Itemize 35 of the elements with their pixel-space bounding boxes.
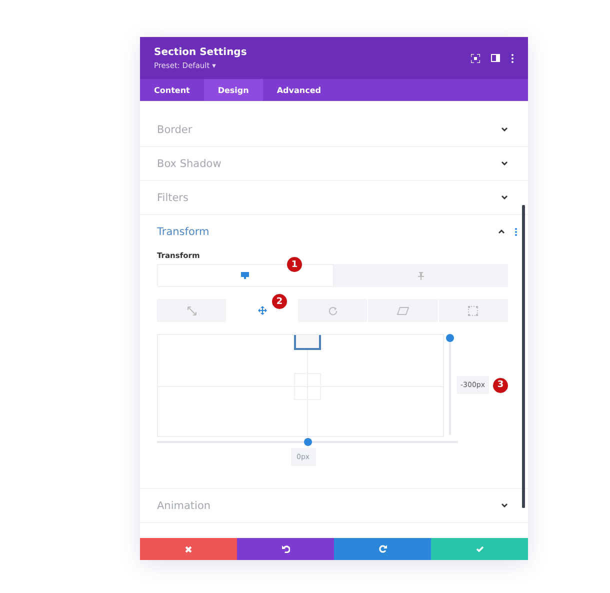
collapse-icon[interactable] [498, 229, 505, 234]
scrollbar[interactable] [522, 205, 525, 508]
move-icon [258, 306, 267, 315]
tab[interactable]: Advanced [262, 79, 335, 101]
tab[interactable]: Design [204, 79, 263, 101]
redo-icon [378, 545, 386, 553]
check-icon [476, 546, 484, 552]
parallelogram-icon [396, 306, 409, 314]
origin-grid-icon [468, 306, 478, 316]
expand-chevron-icon[interactable] [501, 503, 508, 508]
element-preview [294, 335, 321, 350]
section-title[interactable]: Animation [157, 500, 211, 512]
step-badge: 3 [493, 378, 508, 392]
expand-chevron-icon[interactable] [501, 195, 508, 200]
undo-icon [282, 545, 290, 553]
sidebar-icon[interactable] [491, 54, 500, 62]
panel-title: Section Settings [154, 46, 247, 58]
diagonal-arrow-icon [186, 306, 197, 316]
step-badge: 2 [272, 294, 287, 309]
slider-thumb[interactable] [304, 438, 312, 446]
pin-icon [418, 272, 424, 280]
step-badge: 1 [287, 257, 302, 272]
close-icon [185, 546, 192, 552]
slider-thumb[interactable] [446, 334, 454, 342]
expand-chevron-icon[interactable] [501, 127, 508, 132]
section-title[interactable]: Transform [157, 226, 210, 238]
tab[interactable]: Content [140, 79, 204, 101]
expand-chevron-icon[interactable] [501, 161, 508, 166]
section-title[interactable]: Filters [157, 192, 188, 204]
expand-icon[interactable] [471, 54, 480, 62]
monitor-icon [241, 272, 250, 279]
section-title[interactable]: Border [157, 124, 192, 136]
section-title[interactable]: Box Shadow [157, 158, 222, 170]
rotate-icon [328, 306, 338, 316]
more-icon[interactable] [511, 54, 514, 62]
